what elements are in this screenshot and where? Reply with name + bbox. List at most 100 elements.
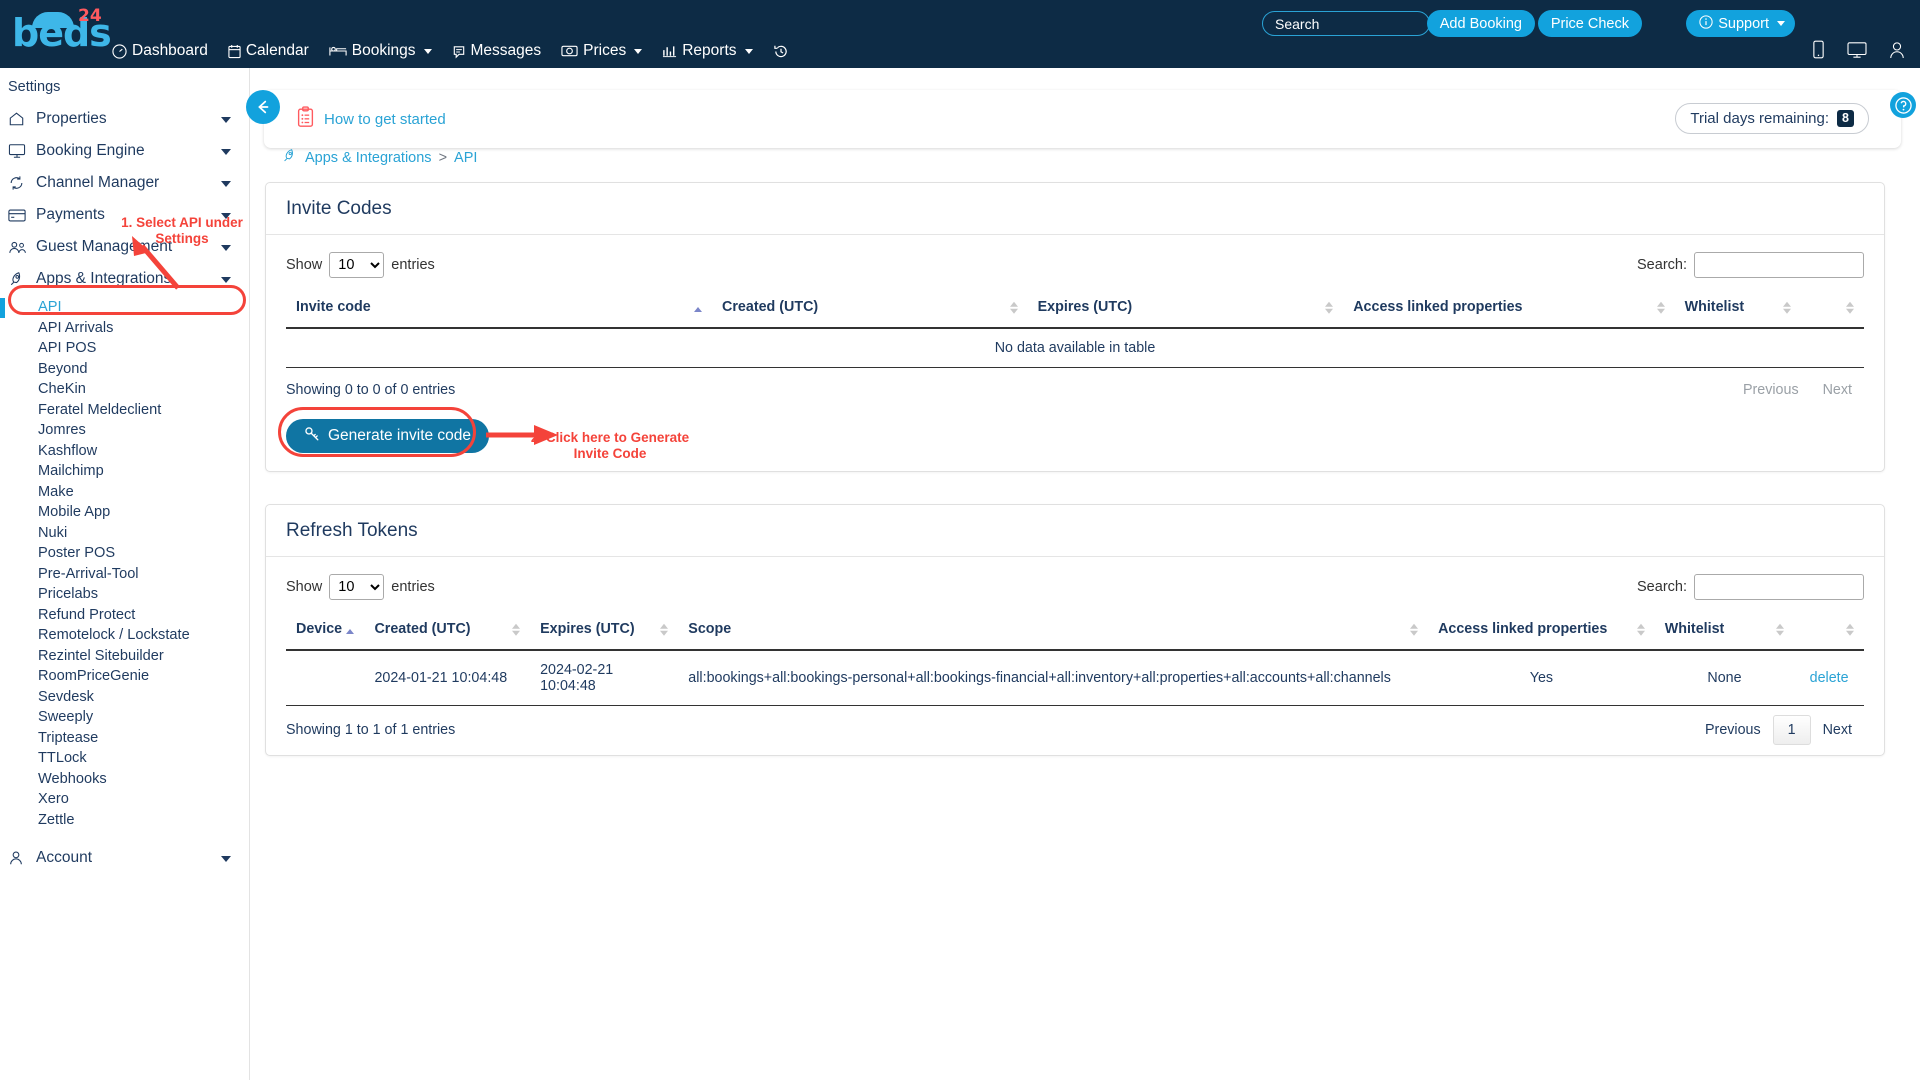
column-header-invite-code[interactable]: Invite code: [286, 291, 713, 329]
sidebar-sub-item-sevdesk[interactable]: Sevdesk: [0, 687, 249, 708]
sidebar-sub-item-beyond[interactable]: Beyond: [0, 359, 249, 380]
beds24-logo[interactable]: beds 24: [10, 4, 112, 54]
sidebar-item-properties[interactable]: Properties: [0, 103, 249, 135]
sidebar-sub-item-zettle[interactable]: Zettle: [0, 810, 249, 831]
sidebar-label-apps-integrations: Apps & Integrations: [36, 270, 172, 287]
sidebar-sub-item-jomres[interactable]: Jomres: [0, 420, 249, 441]
chevron-down-icon: [221, 277, 231, 283]
sidebar-sub-item-chekin[interactable]: CheKin: [0, 379, 249, 400]
nav-item-bookings[interactable]: Bookings: [329, 42, 432, 60]
refresh-tokens-next-button[interactable]: Next: [1811, 717, 1864, 743]
column-header-label: Access linked properties: [1353, 299, 1523, 315]
collapse-sidebar-button[interactable]: [246, 90, 280, 124]
clipboard-icon: [296, 106, 315, 132]
sidebar-sub-label: Refund Protect: [38, 606, 136, 623]
nav-item-dashboard[interactable]: Dashboard: [112, 42, 208, 60]
column-header-expires-utc[interactable]: Expires (UTC): [530, 613, 679, 651]
breadcrumb-current[interactable]: API: [454, 150, 477, 166]
table-row: 2024-01-21 10:04:48 2024-02-21 10:04:48 al…: [286, 650, 1864, 706]
sidebar-sub-label: Rezintel Sitebuilder: [38, 647, 164, 664]
column-header-whitelist[interactable]: Whitelist: [1674, 291, 1801, 329]
sidebar-item-guest-management[interactable]: Guest Management: [0, 231, 249, 263]
sidebar-sub-item-api-pos[interactable]: API POS: [0, 338, 249, 359]
monitor-icon: [8, 143, 30, 159]
breadcrumb-parent-link[interactable]: Apps & Integrations: [305, 150, 432, 166]
refresh-tokens-page-1-button[interactable]: 1: [1772, 715, 1811, 745]
top-navigation-bar: beds 24 Dashboard Calendar Bookings Mess…: [0, 0, 1920, 68]
sidebar-sub-item-rezintel-sitebuilder[interactable]: Rezintel Sitebuilder: [0, 646, 249, 667]
sidebar-sub-item-make[interactable]: Make: [0, 482, 249, 503]
sidebar-sub-label: API: [38, 299, 62, 315]
sidebar-item-apps-integrations[interactable]: Apps & Integrations: [0, 263, 249, 295]
sidebar-sub-item-api[interactable]: API: [0, 297, 249, 318]
column-header-access-linked-properties[interactable]: Access linked properties: [1343, 291, 1675, 329]
desktop-icon[interactable]: [1847, 41, 1867, 64]
column-header-created-utc[interactable]: Created (UTC): [712, 291, 1028, 329]
sidebar-item-payments[interactable]: Payments: [0, 199, 249, 231]
column-header-expires-utc[interactable]: Expires (UTC): [1027, 291, 1344, 329]
nav-item-messages[interactable]: Messages: [452, 42, 541, 60]
column-header-whitelist[interactable]: Whitelist: [1654, 613, 1795, 651]
logo-superscript: 24: [78, 6, 102, 26]
sidebar-sub-label: Mailchimp: [38, 463, 104, 479]
nav-item-history[interactable]: [773, 44, 789, 59]
column-header-scope[interactable]: Scope: [678, 613, 1429, 651]
nav-item-prices[interactable]: Prices: [561, 42, 643, 60]
generate-button-row: Generate invite code: [286, 419, 1864, 453]
sort-toggle-icon: [1009, 301, 1018, 314]
delete-token-link[interactable]: delete: [1810, 670, 1849, 686]
invite-codes-page-length-select[interactable]: 102550100: [329, 252, 385, 278]
refresh-tokens-controls: Show 102550100 entries Search:: [286, 571, 1864, 603]
sidebar-sub-item-xero[interactable]: Xero: [0, 789, 249, 810]
column-header-actions[interactable]: [1800, 291, 1864, 329]
nav-item-calendar[interactable]: Calendar: [228, 42, 309, 60]
how-to-get-started-link[interactable]: How to get started: [296, 106, 446, 132]
sidebar-item-channel-manager[interactable]: Channel Manager: [0, 167, 249, 199]
bed-icon: [329, 44, 347, 58]
add-booking-button[interactable]: Add Booking: [1426, 10, 1535, 37]
sidebar-sub-item-refund-protect[interactable]: Refund Protect: [0, 605, 249, 626]
trial-days-badge[interactable]: Trial days remaining: 8: [1675, 103, 1869, 134]
column-header-device[interactable]: Device: [286, 613, 365, 651]
invite-codes-previous-button[interactable]: Previous: [1731, 377, 1811, 403]
price-check-button[interactable]: Price Check: [1537, 10, 1642, 37]
sidebar-sub-item-mailchimp[interactable]: Mailchimp: [0, 461, 249, 482]
generate-invite-code-button[interactable]: Generate invite code: [286, 419, 490, 453]
column-header-access-linked-properties[interactable]: Access linked properties: [1428, 613, 1655, 651]
refresh-tokens-search-input[interactable]: [1694, 574, 1864, 600]
sidebar-sub-item-poster-pos[interactable]: Poster POS: [0, 543, 249, 564]
sidebar-sub-item-webhooks[interactable]: Webhooks: [0, 769, 249, 790]
sidebar-sub-item-nuki[interactable]: Nuki: [0, 523, 249, 544]
sort-toggle-icon: [1636, 623, 1645, 636]
invite-codes-next-button[interactable]: Next: [1811, 377, 1864, 403]
help-button[interactable]: [1890, 92, 1916, 118]
sidebar-sub-item-pricelabs[interactable]: Pricelabs: [0, 584, 249, 605]
sidebar-item-booking-engine[interactable]: Booking Engine: [0, 135, 249, 167]
nav-label-reports: Reports: [682, 42, 737, 59]
invite-codes-search-input[interactable]: [1694, 252, 1864, 278]
sidebar-sub-item-feratel-meldeclient[interactable]: Feratel Meldeclient: [0, 400, 249, 421]
sidebar-sub-item-triptease[interactable]: Triptease: [0, 728, 249, 749]
sidebar-sub-item-api-arrivals[interactable]: API Arrivals: [0, 318, 249, 339]
sidebar-sub-item-roompricegenie[interactable]: RoomPriceGenie: [0, 666, 249, 687]
refresh-tokens-page-length-select[interactable]: 102550100: [329, 574, 385, 600]
cell-action: delete: [1794, 650, 1864, 706]
trial-days-label: Trial days remaining:: [1690, 110, 1830, 127]
sidebar-sub-label: Kashflow: [38, 442, 98, 459]
sidebar-sub-item-remotelock-lockstate[interactable]: Remotelock / Lockstate: [0, 625, 249, 646]
mobile-icon[interactable]: [1812, 40, 1825, 64]
support-button[interactable]: Support: [1686, 10, 1795, 37]
sidebar-sub-item-sweeply[interactable]: Sweeply: [0, 707, 249, 728]
invite-codes-body: Show 102550100 entries Search: Invite co…: [266, 235, 1884, 463]
sidebar-item-account[interactable]: Account: [0, 842, 249, 874]
sidebar-sub-item-kashflow[interactable]: Kashflow: [0, 441, 249, 462]
column-header-actions[interactable]: [1794, 613, 1864, 651]
sidebar-sub-item-mobile-app[interactable]: Mobile App: [0, 502, 249, 523]
sidebar-sub-item-ttlock[interactable]: TTLock: [0, 748, 249, 769]
nav-item-reports[interactable]: Reports: [662, 42, 753, 60]
column-header-created-utc[interactable]: Created (UTC): [364, 613, 531, 651]
sidebar-sub-item-pre-arrival-tool[interactable]: Pre-Arrival-Tool: [0, 564, 249, 585]
user-icon[interactable]: [1889, 41, 1905, 64]
search-input[interactable]: [1262, 11, 1430, 36]
refresh-tokens-previous-button[interactable]: Previous: [1693, 717, 1773, 743]
